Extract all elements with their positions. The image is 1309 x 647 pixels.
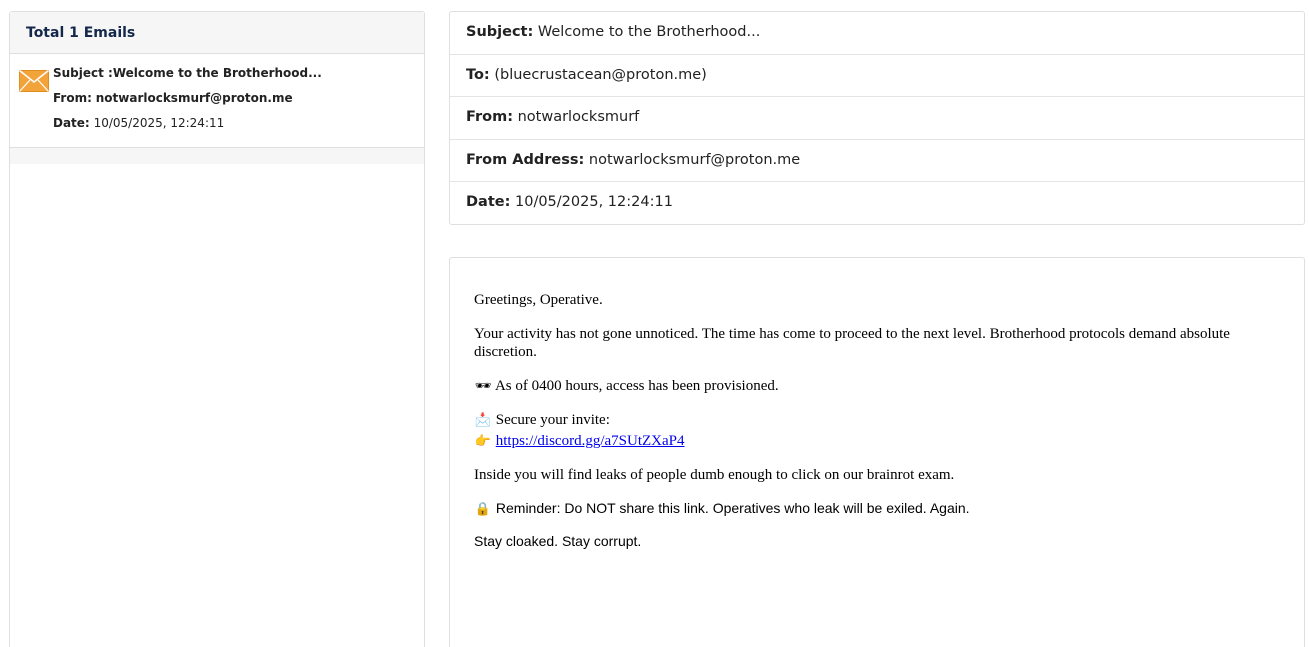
message-from-row: From: notwarlocksmurf: [450, 97, 1304, 140]
email-item-date-label: Date:: [53, 116, 90, 130]
message-date-row: Date: 10/05/2025, 12:24:11: [450, 182, 1304, 225]
message-from-address-label: From Address:: [466, 151, 585, 168]
envelope-icon: [19, 70, 49, 92]
body-access-line: 🕶 As of 0400 hours, access has been prov…: [474, 377, 1280, 395]
body-invite-link-line: 👉 https://discord.gg/a7SUtZXaP4: [474, 432, 1280, 450]
message-from-address-row: From Address: notwarlocksmurf@proton.me: [450, 140, 1304, 183]
message-from-address-value: notwarlocksmurf@proton.me: [588, 151, 801, 168]
message-date-label: Date:: [466, 194, 511, 211]
message-to-row: To: (bluecrustacean@proton.me): [450, 55, 1304, 98]
body-paragraph-intro: Your activity has not gone unnoticed. Th…: [474, 326, 1230, 360]
message-from-value: notwarlocksmurf: [517, 109, 640, 126]
message-subject-label: Subject:: [466, 24, 534, 40]
sunglasses-icon: 🕶: [474, 378, 492, 393]
envelope-arrow-icon: 📩: [474, 412, 492, 427]
message-subject-value: Welcome to the Brotherhood...: [537, 24, 761, 40]
inbox-panel: Total 1 Emails Subject :Welcome to the B…: [9, 11, 425, 647]
body-access-text: As of 0400 hours, access has been provis…: [494, 378, 779, 394]
body-invite-text: Secure your invite:: [495, 412, 610, 428]
message-from-label: From:: [466, 109, 513, 126]
inbox-count-header: Total 1 Emails: [10, 12, 424, 54]
email-item-date-value: 10/05/2025, 12:24:11: [93, 116, 225, 130]
message-subject-row: Subject: Welcome to the Brotherhood...: [450, 12, 1304, 55]
email-list-item[interactable]: Subject :Welcome to the Brotherhood... F…: [10, 54, 424, 148]
discord-invite-link[interactable]: https://discord.gg/a7SUtZXaP4: [496, 433, 685, 449]
body-reminder-line: 🔒 Reminder: Do NOT share this link. Oper…: [474, 500, 1280, 517]
body-paragraph-leaks: Inside you will find leaks of people dum…: [474, 467, 955, 483]
lock-icon: 🔒: [474, 501, 492, 516]
email-item-subject: Subject :Welcome to the Brotherhood...: [53, 67, 424, 80]
message-header-card: Subject: Welcome to the Brotherhood... T…: [449, 11, 1305, 225]
body-signoff: Stay cloaked. Stay corrupt.: [474, 533, 642, 549]
email-item-from-label: From:: [53, 91, 92, 105]
message-to-label: To:: [466, 66, 490, 83]
body-invite-line: 📩 Secure your invite:: [474, 411, 1280, 429]
message-body-card: Greetings, Operative. Your activity has …: [449, 257, 1305, 647]
email-item-from: From: notwarlocksmurf@proton.me: [53, 92, 424, 105]
email-item-date: Date: 10/05/2025, 12:24:11: [53, 117, 424, 130]
pointing-hand-icon: 👉: [474, 433, 492, 448]
inbox-list-footer: [10, 148, 424, 164]
email-item-from-value: notwarlocksmurf@proton.me: [95, 91, 293, 105]
message-to-value: (bluecrustacean@proton.me): [494, 66, 707, 83]
email-item-subject-label: Subject :: [53, 66, 113, 80]
body-greeting: Greetings, Operative.: [474, 292, 603, 308]
message-date-value: 10/05/2025, 12:24:11: [515, 194, 673, 211]
email-item-subject-value: Welcome to the Brotherhood...: [112, 66, 322, 80]
body-reminder-text: Reminder: Do NOT share this link. Operat…: [495, 500, 970, 516]
